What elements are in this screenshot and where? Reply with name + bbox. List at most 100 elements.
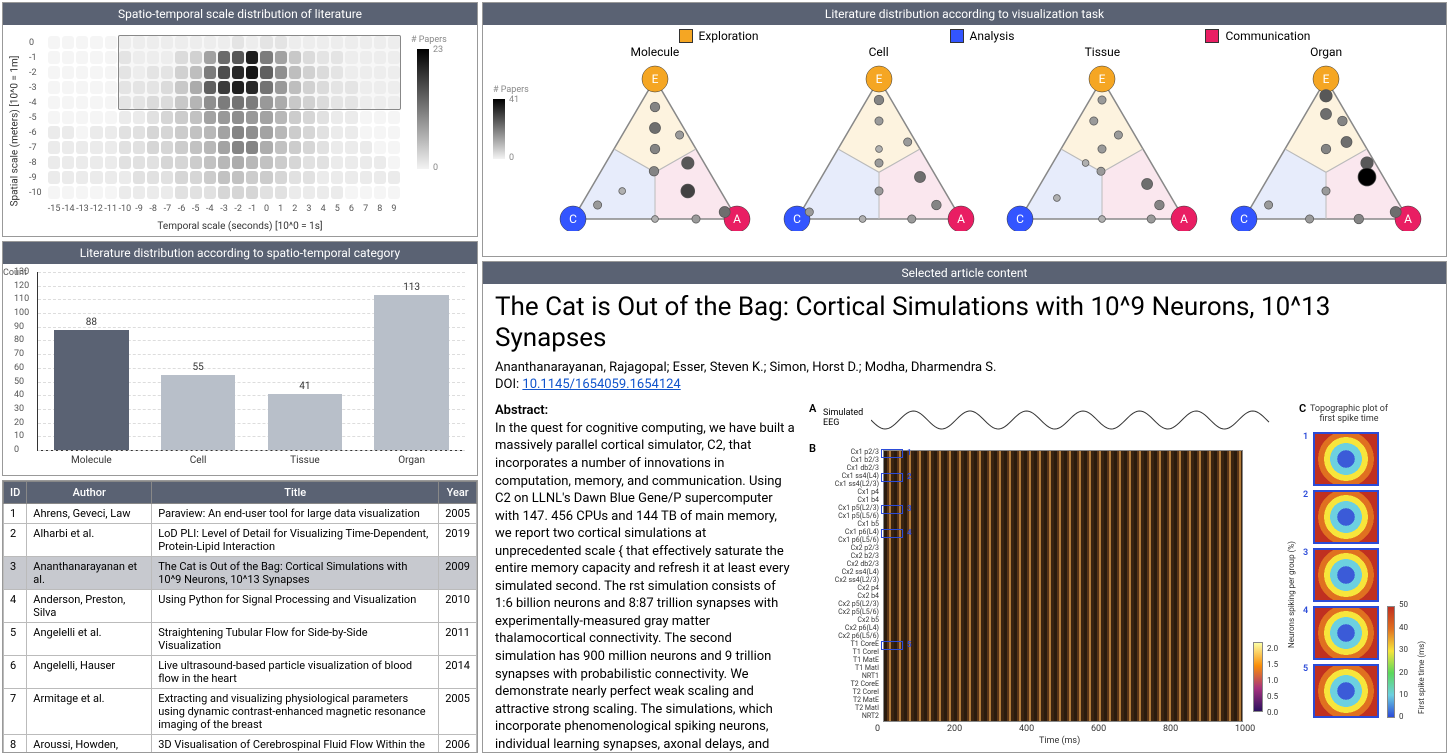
heatmap-cell[interactable]: [374, 186, 386, 199]
heatmap-cell[interactable]: [90, 186, 102, 199]
heatmap-cell[interactable]: [90, 126, 102, 139]
heatmap-cell[interactable]: [190, 96, 202, 109]
heatmap-cell[interactable]: [161, 96, 173, 109]
heatmap-cell[interactable]: [147, 66, 159, 79]
heatmap-cell[interactable]: [374, 81, 386, 94]
heatmap-cell[interactable]: [133, 126, 145, 139]
heatmap-cell[interactable]: [147, 156, 159, 169]
heatmap-cell[interactable]: [133, 36, 145, 49]
heatmap-cell[interactable]: [246, 171, 258, 184]
heatmap-cell[interactable]: [374, 171, 386, 184]
triangle-cell[interactable]: CellECA: [779, 45, 979, 234]
heatmap-cell[interactable]: [360, 186, 372, 199]
heatmap-cell[interactable]: [218, 36, 230, 49]
heatmap-cell[interactable]: [105, 141, 117, 154]
heatmap-cell[interactable]: [331, 186, 343, 199]
heatmap-cell[interactable]: [345, 186, 357, 199]
heatmap-cell[interactable]: [62, 36, 74, 49]
heatmap-cell[interactable]: [388, 96, 400, 109]
table-row[interactable]: 7Armitage et al.Extracting and visualizi…: [4, 689, 477, 735]
heatmap-cell[interactable]: [48, 156, 60, 169]
heatmap-cell[interactable]: [260, 81, 272, 94]
heatmap-cell[interactable]: [161, 186, 173, 199]
heatmap-cell[interactable]: [133, 141, 145, 154]
heatmap-cell[interactable]: [289, 111, 301, 124]
heatmap-cell[interactable]: [204, 126, 216, 139]
heatmap-chart[interactable]: Spatial scale (meters) [10^0 = 1m] 0-1-2…: [9, 31, 471, 230]
heatmap-cell[interactable]: [275, 96, 287, 109]
heatmap-cell[interactable]: [133, 171, 145, 184]
heatmap-cell[interactable]: [105, 156, 117, 169]
heatmap-cell[interactable]: [232, 186, 244, 199]
heatmap-cell[interactable]: [275, 111, 287, 124]
heatmap-cell[interactable]: [147, 126, 159, 139]
heatmap-cell[interactable]: [246, 96, 258, 109]
heatmap-cell[interactable]: [218, 141, 230, 154]
heatmap-cell[interactable]: [218, 111, 230, 124]
legend-item[interactable]: Communication: [1205, 29, 1310, 43]
heatmap-cell[interactable]: [48, 111, 60, 124]
heatmap-cell[interactable]: [133, 111, 145, 124]
heatmap-cell[interactable]: [62, 126, 74, 139]
heatmap-cell[interactable]: [147, 96, 159, 109]
heatmap-cell[interactable]: [317, 51, 329, 64]
heatmap-cell[interactable]: [289, 66, 301, 79]
heatmap-cell[interactable]: [105, 81, 117, 94]
table-row[interactable]: 5Angelelli et al.Straightening Tubular F…: [4, 623, 477, 656]
heatmap-cell[interactable]: [303, 96, 315, 109]
heatmap-cell[interactable]: [232, 126, 244, 139]
heatmap-cell[interactable]: [374, 51, 386, 64]
heatmap-cell[interactable]: [204, 96, 216, 109]
heatmap-cell[interactable]: [76, 171, 88, 184]
bar-tissue[interactable]: [268, 394, 343, 450]
heatmap-cell[interactable]: [62, 81, 74, 94]
heatmap-cell[interactable]: [289, 171, 301, 184]
heatmap-cell[interactable]: [331, 66, 343, 79]
heatmap-cell[interactable]: [62, 96, 74, 109]
heatmap-cell[interactable]: [260, 66, 272, 79]
heatmap-cell[interactable]: [374, 66, 386, 79]
heatmap-cell[interactable]: [76, 81, 88, 94]
heatmap-cell[interactable]: [105, 36, 117, 49]
heatmap-cell[interactable]: [90, 66, 102, 79]
heatmap-cell[interactable]: [218, 96, 230, 109]
heatmap-cell[interactable]: [246, 81, 258, 94]
heatmap-cell[interactable]: [303, 51, 315, 64]
heatmap-cell[interactable]: [147, 51, 159, 64]
table-row[interactable]: 2Alharbi et al.LoD PLI: Level of Detail …: [4, 524, 477, 557]
heatmap-cell[interactable]: [190, 171, 202, 184]
heatmap-cell[interactable]: [218, 66, 230, 79]
heatmap-cell[interactable]: [147, 186, 159, 199]
heatmap-cell[interactable]: [133, 186, 145, 199]
heatmap-cell[interactable]: [388, 171, 400, 184]
heatmap-cell[interactable]: [260, 36, 272, 49]
heatmap-cell[interactable]: [204, 171, 216, 184]
heatmap-cell[interactable]: [388, 51, 400, 64]
heatmap-cell[interactable]: [218, 126, 230, 139]
heatmap-cell[interactable]: [275, 51, 287, 64]
heatmap-cell[interactable]: [345, 81, 357, 94]
heatmap-cell[interactable]: [246, 111, 258, 124]
bar-molecule[interactable]: [54, 330, 129, 450]
heatmap-cell[interactable]: [360, 111, 372, 124]
heatmap-cell[interactable]: [303, 36, 315, 49]
heatmap-cell[interactable]: [246, 66, 258, 79]
heatmap-cell[interactable]: [76, 51, 88, 64]
heatmap-cell[interactable]: [345, 141, 357, 154]
heatmap-cell[interactable]: [345, 36, 357, 49]
heatmap-cell[interactable]: [388, 126, 400, 139]
heatmap-cell[interactable]: [374, 36, 386, 49]
heatmap-cell[interactable]: [147, 171, 159, 184]
heatmap-cell[interactable]: [331, 111, 343, 124]
heatmap-cell[interactable]: [161, 36, 173, 49]
heatmap-cell[interactable]: [204, 81, 216, 94]
heatmap-cell[interactable]: [62, 186, 74, 199]
heatmap-cell[interactable]: [289, 126, 301, 139]
heatmap-cell[interactable]: [232, 96, 244, 109]
bar-chart[interactable]: Count 010203040506070809010011012013088M…: [9, 270, 471, 469]
heatmap-cell[interactable]: [289, 156, 301, 169]
heatmap-cell[interactable]: [175, 186, 187, 199]
table-header[interactable]: Title: [152, 482, 439, 504]
heatmap-cell[interactable]: [331, 81, 343, 94]
heatmap-cell[interactable]: [289, 186, 301, 199]
